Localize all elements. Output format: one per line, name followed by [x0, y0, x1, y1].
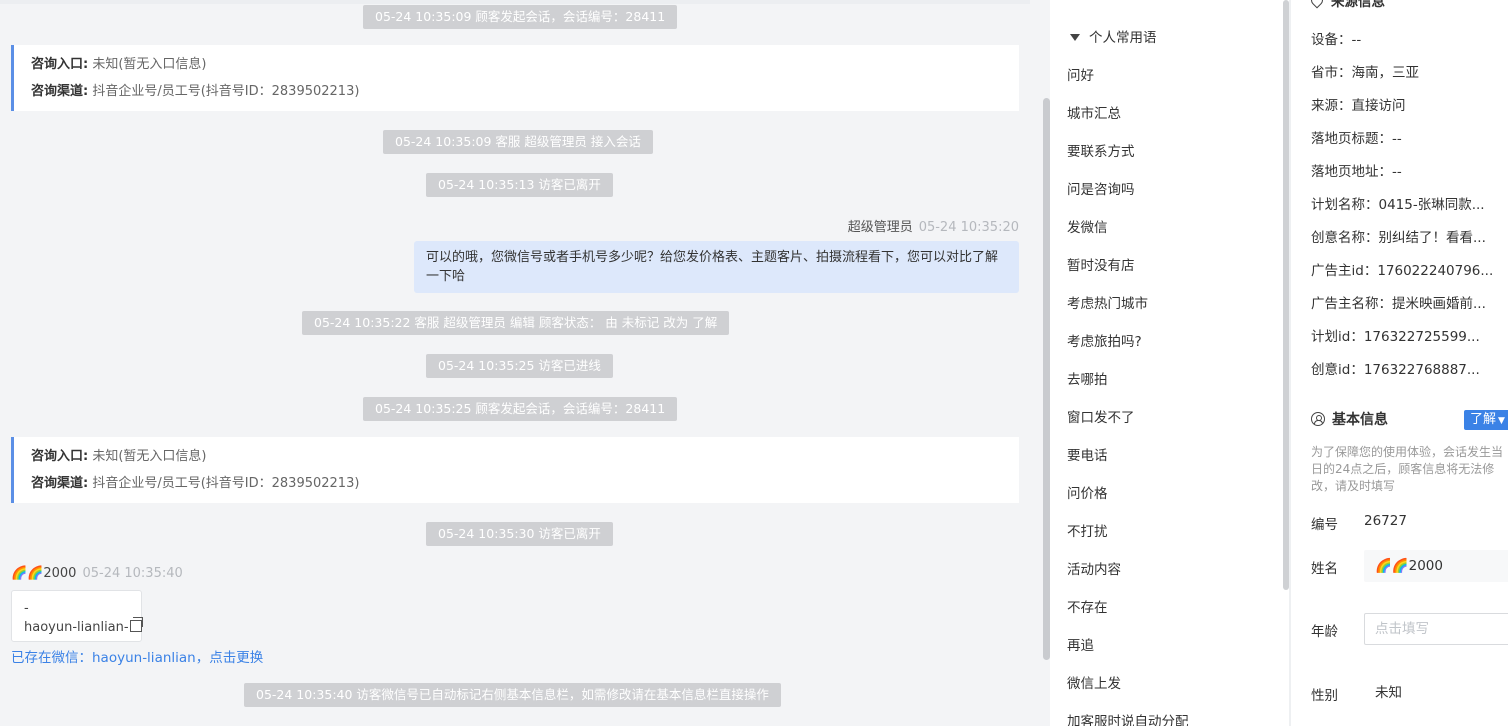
customer-status-label: 了解: [1470, 412, 1497, 427]
visitor-message-bubble: - haoyun-lianlian-: [11, 590, 143, 642]
age-input[interactable]: [1364, 613, 1508, 645]
consult-entry-label: 咨询入口:: [31, 449, 89, 464]
visitor-wechat-text: haoyun-lianlian-: [24, 620, 129, 635]
change-wechat-link[interactable]: 已存在微信：haoyun-lianlian，点击更换: [11, 646, 263, 666]
phrase-item[interactable]: 微信上发: [1067, 672, 1121, 692]
phrase-item[interactable]: 要联系方式: [1067, 140, 1135, 160]
phrase-item[interactable]: 活动内容: [1067, 558, 1121, 578]
agent-message-time: 05-24 10:35:20: [918, 220, 1019, 235]
source-landing-title: 落地页标题：--: [1311, 131, 1402, 147]
consult-channel-value: 抖音企业号/员工号(抖音号ID：2839502213): [92, 476, 360, 491]
source-info-title-row: 来源信息: [1308, 0, 1385, 10]
phrase-item[interactable]: 发微信: [1067, 216, 1108, 236]
location-pin-icon: [1308, 0, 1326, 9]
gender-select[interactable]: 未知: [1364, 677, 1508, 709]
customer-info-panel: 来源信息 设备：-- 省市：海南，三亚 来源：直接访问 落地页标题：-- 落地页…: [1291, 0, 1508, 726]
source-plan-id: 计划id：176322725599...: [1311, 329, 1480, 345]
basic-info-header: 基本信息: [1311, 409, 1388, 429]
phrase-item[interactable]: 加客服时说自动分配: [1067, 710, 1189, 726]
phrase-item[interactable]: 考虑热门城市: [1067, 292, 1148, 312]
customer-status-dropdown[interactable]: 了解 ▼: [1464, 410, 1508, 430]
system-message: 05-24 10:35:13 访客已离开: [426, 173, 613, 197]
agent-message-header: 超级管理员 05-24 10:35:20: [848, 216, 1019, 235]
name-field[interactable]: 🌈🌈2000: [1364, 550, 1508, 582]
chat-top-divider: [0, 0, 1030, 4]
phrase-item[interactable]: 暂时没有店: [1067, 254, 1135, 274]
system-message: 05-24 10:35:09 顾客发起会话，会话编号：28411: [363, 5, 678, 29]
source-landing-url: 落地页地址：--: [1311, 164, 1402, 180]
consult-entry-label: 咨询入口:: [31, 57, 89, 72]
visitor-message-header: 🌈🌈2000 05-24 10:35:40: [11, 566, 183, 581]
phrase-item[interactable]: 去哪拍: [1067, 368, 1108, 388]
name-label: 姓名: [1311, 561, 1338, 577]
id-value: 26727: [1364, 513, 1407, 529]
phrases-group-header[interactable]: 个人常用语: [1070, 26, 1157, 46]
system-message: 05-24 10:35:25 访客已进线: [426, 354, 613, 378]
source-advertiser-name: 广告主名称：提米映画婚前...: [1311, 296, 1486, 312]
gender-label: 性别: [1311, 688, 1338, 704]
source-creative-id: 创意id：176322768887...: [1311, 362, 1480, 378]
chat-panel: 05-24 10:35:09 顾客发起会话，会话编号：28411 咨询入口: 未…: [0, 0, 1030, 726]
phrase-item[interactable]: 问价格: [1067, 482, 1108, 502]
caret-down-icon: [1070, 34, 1080, 41]
consult-info-card: 咨询入口: 未知(暂无入口信息) 咨询渠道: 抖音企业号/员工号(抖音号ID：2…: [11, 437, 1019, 503]
visitor-message-line: -: [24, 601, 29, 616]
copy-icon[interactable]: [129, 617, 143, 632]
consult-channel-row: 咨询渠道: 抖音企业号/员工号(抖音号ID：2839502213): [31, 83, 1019, 110]
consult-channel-label: 咨询渠道:: [31, 476, 89, 491]
phrase-item[interactable]: 问好: [1067, 64, 1094, 84]
consult-channel-value: 抖音企业号/员工号(抖音号ID：2839502213): [92, 84, 360, 99]
quick-phrases-panel: 个人常用语 问好 城市汇总 要联系方式 问是咨询吗 发微信 暂时没有店 考虑热门…: [1050, 0, 1289, 726]
system-message: 05-24 10:35:22 客服 超级管理员 编辑 顾客状态： 由 未标记 改…: [302, 311, 730, 335]
consult-entry-row: 咨询入口: 未知(暂无入口信息): [31, 56, 1019, 83]
phrase-item[interactable]: 问是咨询吗: [1067, 178, 1135, 198]
source-creative-name: 创意名称：别纠结了！看看...: [1311, 230, 1486, 246]
visitor-message-time: 05-24 10:35:40: [82, 566, 183, 581]
phrase-item[interactable]: 要电话: [1067, 444, 1108, 464]
phrase-item[interactable]: 不存在: [1067, 596, 1108, 616]
system-message: 05-24 10:35:30 访客已离开: [426, 522, 613, 546]
system-message: 05-24 10:35:40 访客微信号已自动标记右侧基本信息栏，如需修改请在基…: [244, 683, 781, 707]
phrase-item[interactable]: 窗口发不了: [1067, 406, 1135, 426]
phrases-group-title: 个人常用语: [1089, 30, 1157, 46]
consult-entry-value: 未知(暂无入口信息): [92, 449, 207, 464]
agent-message-bubble: 可以的哦，您微信号或者手机号多少呢？给您发价格表、主题客片、拍摄流程看下，您可以…: [414, 241, 1019, 293]
source-region: 省市：海南，三亚: [1311, 65, 1419, 81]
basic-info-title: 基本信息: [1332, 412, 1388, 428]
agent-name: 超级管理员: [847, 220, 913, 235]
source-device: 设备：--: [1311, 32, 1362, 48]
id-label: 编号: [1311, 517, 1338, 533]
source-plan-name: 计划名称：0415-张琳同款...: [1311, 197, 1485, 213]
phrase-item[interactable]: 不打扰: [1067, 520, 1108, 540]
chat-scrollbar-thumb[interactable]: [1043, 98, 1050, 660]
user-circle-icon: [1311, 412, 1325, 426]
consult-channel-row: 咨询渠道: 抖音企业号/员工号(抖音号ID：2839502213): [31, 475, 1019, 502]
age-label: 年龄: [1311, 624, 1338, 640]
edit-deadline-note: 为了保障您的使用体验，会话发生当日的24点之后，顾客信息将无法修改，请及时填写: [1311, 445, 1504, 493]
consult-entry-value: 未知(暂无入口信息): [92, 57, 207, 72]
phrase-item[interactable]: 城市汇总: [1067, 102, 1121, 122]
visitor-name: 🌈🌈2000: [11, 566, 77, 581]
source-info-title: 来源信息: [1331, 0, 1385, 10]
consult-info-card: 咨询入口: 未知(暂无入口信息) 咨询渠道: 抖音企业号/员工号(抖音号ID：2…: [11, 45, 1019, 111]
system-message: 05-24 10:35:09 客服 超级管理员 接入会话: [383, 130, 653, 154]
visitor-message-wechat: haoyun-lianlian-: [24, 617, 143, 637]
source-advertiser-id: 广告主id：176022240796...: [1311, 263, 1494, 279]
caret-down-icon: ▼: [1498, 416, 1505, 426]
system-message: 05-24 10:35:25 顾客发起会话，会话编号：28411: [363, 397, 678, 421]
phrase-item[interactable]: 再追: [1067, 634, 1094, 654]
phrase-item[interactable]: 考虑旅拍吗?: [1067, 330, 1142, 350]
consult-channel-label: 咨询渠道:: [31, 84, 89, 99]
source-origin: 来源：直接访问: [1311, 98, 1406, 114]
consult-entry-row: 咨询入口: 未知(暂无入口信息): [31, 448, 1019, 475]
